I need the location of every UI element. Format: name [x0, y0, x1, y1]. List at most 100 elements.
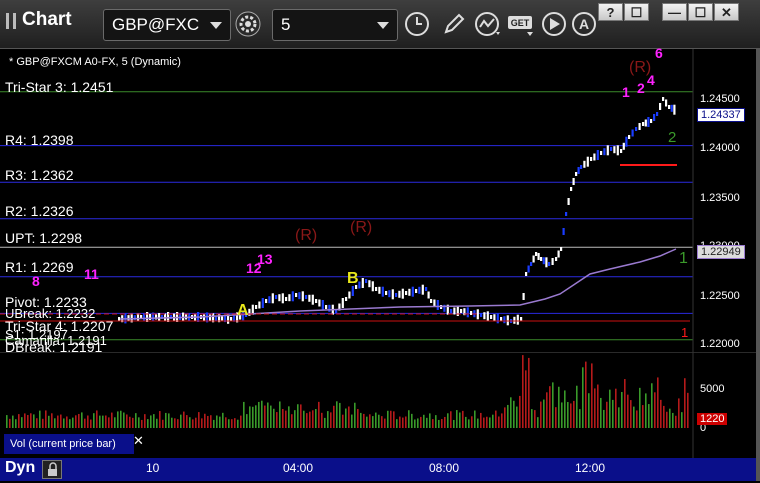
volume-bar: [132, 417, 134, 428]
price-bar: [638, 123, 641, 130]
volume-bar: [633, 406, 635, 428]
line-study-icon[interactable]: [474, 10, 502, 38]
volume-bar: [237, 419, 239, 428]
signal-marker-b: B: [347, 270, 359, 287]
price-bar: [325, 305, 328, 309]
price-bar: [577, 167, 580, 174]
volume-bar: [84, 418, 86, 428]
price-tick: 1.24000: [700, 142, 740, 154]
volume-bar: [309, 411, 311, 428]
minimize-button[interactable]: —: [662, 3, 687, 21]
price-bar: [358, 281, 361, 289]
time-label: 08:00: [429, 461, 460, 475]
close-icon[interactable]: ✕: [133, 433, 144, 449]
price-bar: [291, 291, 294, 302]
price-bar: [580, 165, 583, 169]
volume-bar: [123, 412, 125, 428]
price-bar: [540, 257, 543, 261]
volume-bar: [144, 414, 146, 428]
volume-bar: [90, 419, 92, 428]
volume-bar: [609, 389, 611, 428]
price-chart[interactable]: [0, 49, 760, 352]
price-bar: [527, 265, 530, 273]
gear-icon[interactable]: [234, 10, 262, 38]
price-bar: [278, 294, 281, 302]
volume-bar: [588, 393, 590, 428]
volume-bar: [657, 377, 659, 428]
volume-bar: [243, 401, 245, 428]
level-label-upt: UPT: 1.2298: [5, 230, 83, 246]
volume-bar: [543, 399, 545, 428]
volume-bar: [615, 388, 617, 428]
signal-marker-r: (R): [295, 227, 318, 244]
volume-bar: [333, 405, 335, 428]
price-bar: [653, 114, 656, 121]
volume-bar: [663, 405, 665, 428]
volume-bar: [153, 414, 155, 428]
lock-icon[interactable]: [42, 460, 62, 479]
dynamic-mode-label[interactable]: Dyn: [5, 459, 35, 477]
price-bar: [378, 286, 381, 294]
get-icon[interactable]: GET: [507, 10, 535, 38]
volume-bar: [345, 408, 347, 428]
price-bar: [255, 305, 258, 309]
volume-bar: [438, 419, 440, 428]
volume-bar: [117, 411, 119, 428]
price-bar: [298, 292, 301, 300]
signal-marker: 1: [681, 325, 689, 340]
close-button[interactable]: ✕: [714, 3, 739, 21]
volume-bar: [264, 405, 266, 428]
price-bar: [542, 257, 545, 265]
volume-bar: [414, 419, 416, 428]
volume-bar: [576, 385, 578, 428]
drag-grip-icon[interactable]: [6, 13, 16, 29]
volume-bar: [549, 386, 551, 428]
clock-icon[interactable]: [403, 10, 431, 38]
volume-bar: [270, 405, 272, 428]
time-label: 12:00: [575, 461, 606, 475]
price-bar: [673, 104, 676, 115]
price-bar: [258, 301, 261, 309]
volume-bar: [183, 411, 185, 428]
alert-icon[interactable]: A: [570, 10, 598, 38]
volume-bar: [63, 418, 65, 428]
play-icon[interactable]: [540, 10, 568, 38]
volume-study-title[interactable]: Vol (current price bar): [4, 434, 134, 454]
price-bar: [575, 172, 578, 176]
help-button[interactable]: ?: [598, 3, 623, 21]
volume-bar: [219, 416, 221, 428]
interval-dropdown[interactable]: 5: [272, 9, 398, 41]
price-bar: [503, 316, 506, 324]
window-menu-button[interactable]: ☐: [624, 3, 649, 21]
volume-bar: [525, 370, 527, 428]
price-bar: [401, 288, 404, 299]
volume-bar: [348, 406, 350, 428]
volume-bar: [378, 414, 380, 428]
volume-bar: [318, 401, 320, 428]
volume-bar: [168, 413, 170, 428]
price-bar: [616, 145, 619, 156]
price-bar: [460, 309, 463, 313]
volume-bar: [552, 382, 554, 428]
maximize-button[interactable]: ☐: [688, 3, 713, 21]
symbol-dropdown[interactable]: GBP@FXC: [103, 9, 231, 41]
volume-bar: [435, 415, 437, 428]
price-bar: [496, 313, 499, 324]
pencil-icon[interactable]: [440, 10, 468, 38]
volume-bar: [459, 412, 461, 428]
volume-bar: [417, 418, 419, 428]
current-volume-badge: 1220: [697, 413, 728, 425]
price-bar: [522, 293, 525, 300]
volume-bar: [102, 415, 104, 428]
volume-bar: [192, 419, 194, 428]
volume-bar: [291, 414, 293, 428]
price-bar: [631, 129, 634, 137]
volume-bar: [462, 410, 464, 428]
price-bar: [622, 142, 625, 150]
price-bar: [275, 295, 278, 299]
volume-bar: [159, 411, 161, 428]
volume-bar: [177, 419, 179, 428]
volume-bar: [39, 410, 41, 428]
last-price-badge: 1.24337: [697, 108, 745, 122]
volume-bar: [603, 409, 605, 428]
